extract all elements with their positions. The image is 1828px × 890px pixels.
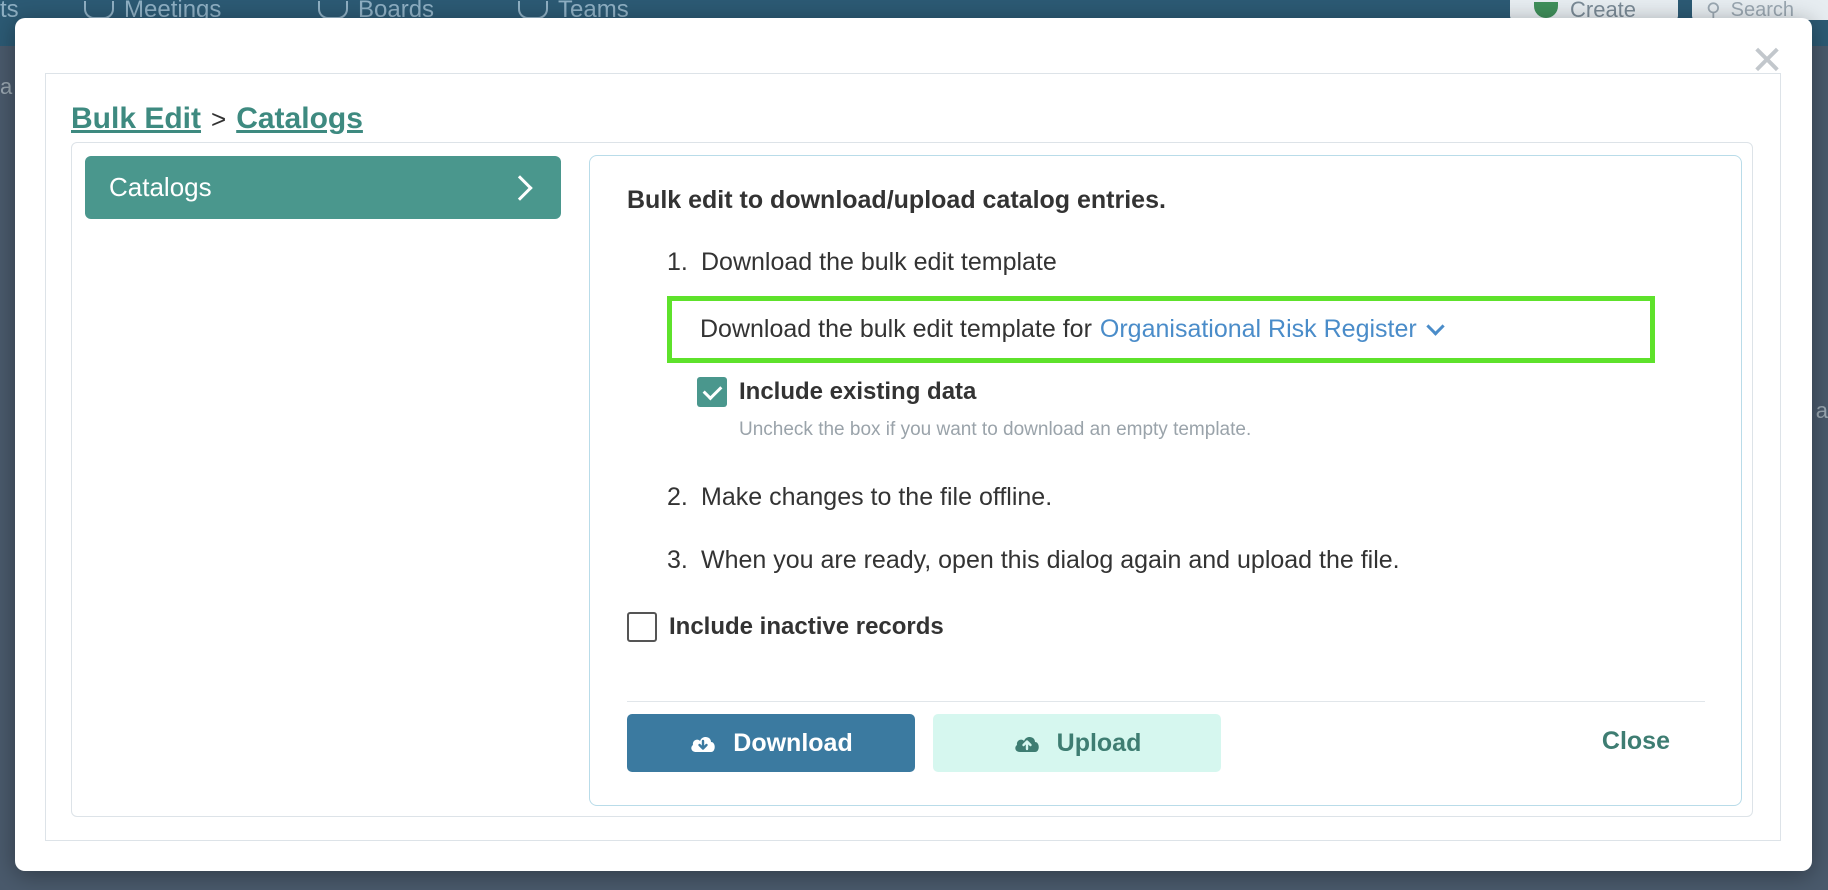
sidebar-item-catalogs[interactable]: Catalogs: [85, 156, 561, 219]
include-existing-hint: Uncheck the box if you want to download …: [739, 419, 1252, 440]
bulk-edit-panel: Bulk edit to download/upload catalog ent…: [589, 155, 1742, 806]
breadcrumb: Bulk Edit > Catalogs: [71, 102, 363, 136]
chevron-right-icon: [507, 174, 533, 201]
plus-icon: [1534, 2, 1558, 18]
template-selector-row: Download the bulk edit template for Orga…: [667, 296, 1655, 363]
cloud-download-icon: [691, 736, 716, 752]
include-existing-label: Include existing data: [739, 378, 977, 405]
bulk-edit-modal: ✕ Bulk Edit > Catalogs Catalogs Bulk edi…: [15, 18, 1812, 871]
download-button[interactable]: Download: [627, 714, 915, 772]
content-frame: Catalogs Bulk edit to download/upload ca…: [71, 142, 1753, 817]
breadcrumb-bulk-edit[interactable]: Bulk Edit: [71, 102, 201, 136]
include-existing-checkbox[interactable]: [697, 377, 727, 407]
boards-icon: [318, 1, 348, 19]
step-1: 1. Download the bulk edit template: [667, 248, 1057, 276]
meetings-icon: [84, 1, 114, 19]
bg-fragment-left: a: [0, 74, 13, 99]
step-2: 2. Make changes to the file offline.: [667, 483, 1053, 511]
modal-inner-frame: Bulk Edit > Catalogs Catalogs Bulk edit …: [45, 73, 1781, 841]
template-prefix: Download the bulk edit template for: [700, 315, 1092, 343]
bg-nav-meetings: Meetings: [84, 0, 221, 22]
step-3: 3. When you are ready, open this dialog …: [667, 546, 1400, 574]
upload-button[interactable]: Upload: [933, 714, 1221, 772]
template-selected-value: Organisational Risk Register: [1099, 315, 1417, 343]
breadcrumb-catalogs[interactable]: Catalogs: [236, 102, 363, 136]
breadcrumb-separator: >: [211, 104, 227, 134]
close-button[interactable]: Close: [1602, 727, 1670, 756]
chevron-down-icon: [1426, 317, 1445, 336]
teams-icon: [518, 1, 548, 19]
bg-fragment-right: a: [1815, 398, 1828, 423]
sidebar-item-label: Catalogs: [109, 172, 212, 202]
include-inactive-label: Include inactive records: [669, 613, 944, 640]
divider: [627, 701, 1705, 702]
include-inactive-checkbox[interactable]: [627, 612, 657, 642]
template-dropdown[interactable]: Organisational Risk Register: [1099, 315, 1445, 344]
cloud-upload-icon: [1014, 736, 1039, 752]
panel-heading: Bulk edit to download/upload catalog ent…: [627, 186, 1166, 214]
bg-nav-teams: Teams: [518, 0, 629, 22]
bg-nav-fragment: ts: [0, 0, 19, 23]
bg-nav-boards: Boards: [318, 0, 434, 22]
bg-create-button: Create: [1510, 0, 1678, 22]
bg-search: ⚲ Search: [1692, 0, 1828, 22]
